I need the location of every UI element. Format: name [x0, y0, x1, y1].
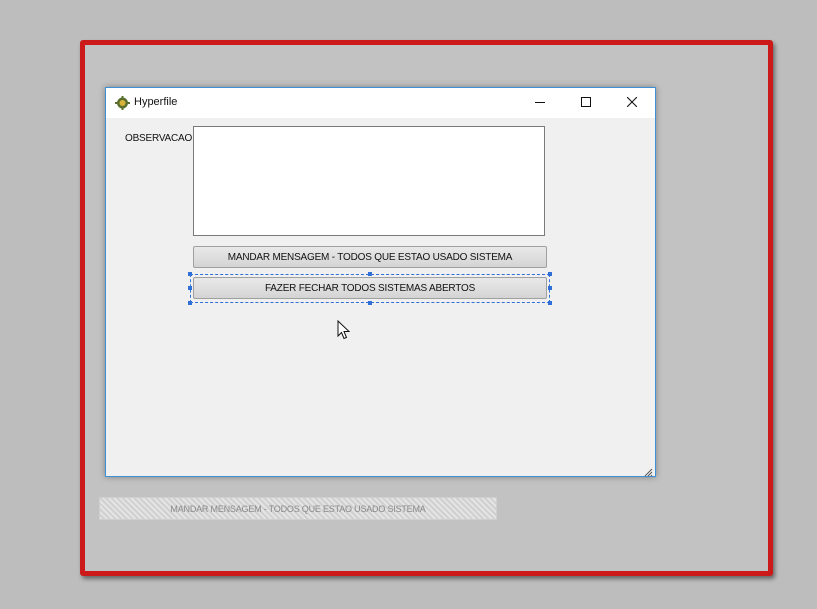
minimize-button[interactable]: [517, 88, 563, 118]
drag-ghost-label: MANDAR MENSAGEM - TODOS QUE ESTAO USADO …: [99, 497, 497, 520]
send-message-button[interactable]: MANDAR MENSAGEM - TODOS QUE ESTAO USADO …: [193, 246, 547, 268]
selection-handle[interactable]: [368, 272, 372, 276]
resize-grip-icon[interactable]: [643, 464, 653, 477]
title-bar[interactable]: Hyperfile: [106, 88, 655, 118]
minimize-icon: [535, 94, 545, 112]
app-window: Hyperfile OBSERVACAO MANDAR MENSAGEM - T…: [105, 87, 656, 477]
maximize-icon: [581, 94, 591, 112]
maximize-button[interactable]: [563, 88, 609, 118]
mouse-pointer-icon: [337, 319, 351, 340]
window-title: Hyperfile: [134, 96, 178, 108]
observation-textarea[interactable]: [193, 126, 545, 236]
selection-handle[interactable]: [188, 301, 192, 305]
selection-handle[interactable]: [548, 301, 552, 305]
observation-label: OBSERVACAO: [125, 133, 193, 144]
close-icon: [626, 94, 638, 112]
selection-handle[interactable]: [368, 301, 372, 305]
selection-handle[interactable]: [188, 286, 192, 290]
selection-handle[interactable]: [188, 272, 192, 276]
close-all-systems-button[interactable]: FAZER FECHAR TODOS SISTEMAS ABERTOS: [193, 277, 547, 299]
close-button[interactable]: [609, 88, 655, 118]
selection-handle[interactable]: [548, 286, 552, 290]
screen: Hyperfile OBSERVACAO MANDAR MENSAGEM - T…: [0, 0, 817, 609]
app-icon: [115, 96, 130, 110]
selection-handle[interactable]: [548, 272, 552, 276]
